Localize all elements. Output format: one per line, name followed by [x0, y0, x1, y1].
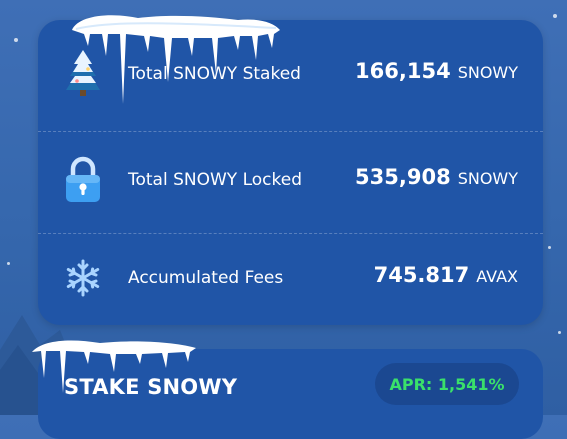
total-staked-unit: SNOWY: [457, 63, 518, 82]
total-staked-amount: 166,154 SNOWY: [355, 59, 518, 83]
snowflake-dot: [548, 246, 551, 249]
total-locked-value: 535,908: [355, 165, 451, 189]
divider: [38, 131, 543, 132]
divider: [38, 233, 543, 234]
total-locked-label: Total SNOWY Locked: [128, 170, 303, 190]
total-locked-row: Total SNOWY Locked 535,908 SNOWY: [38, 152, 543, 212]
snowflake-dot: [7, 262, 10, 265]
accumulated-fees-unit: AVAX: [476, 267, 518, 286]
accumulated-fees-value: 745.817: [373, 263, 470, 287]
apr-badge: APR: 1,541%: [375, 363, 519, 405]
lock-icon: [66, 156, 100, 202]
snowflake-dot: [14, 38, 18, 42]
accumulated-fees-label: Accumulated Fees: [128, 268, 284, 288]
snowflake-dot: [558, 331, 561, 334]
snowflake-dot: [553, 14, 557, 18]
accumulated-fees-amount: 745.817 AVAX: [374, 263, 518, 287]
total-locked-amount: 535,908 SNOWY: [355, 165, 518, 189]
icicles-decoration: [72, 15, 280, 104]
accumulated-fees-row: Accumulated Fees 745.817 AVAX: [38, 250, 543, 310]
total-staked-value: 166,154: [355, 59, 451, 83]
snowflake-icon: [66, 259, 100, 297]
total-locked-unit: SNOWY: [457, 169, 518, 188]
icicles-decoration: [32, 340, 196, 393]
